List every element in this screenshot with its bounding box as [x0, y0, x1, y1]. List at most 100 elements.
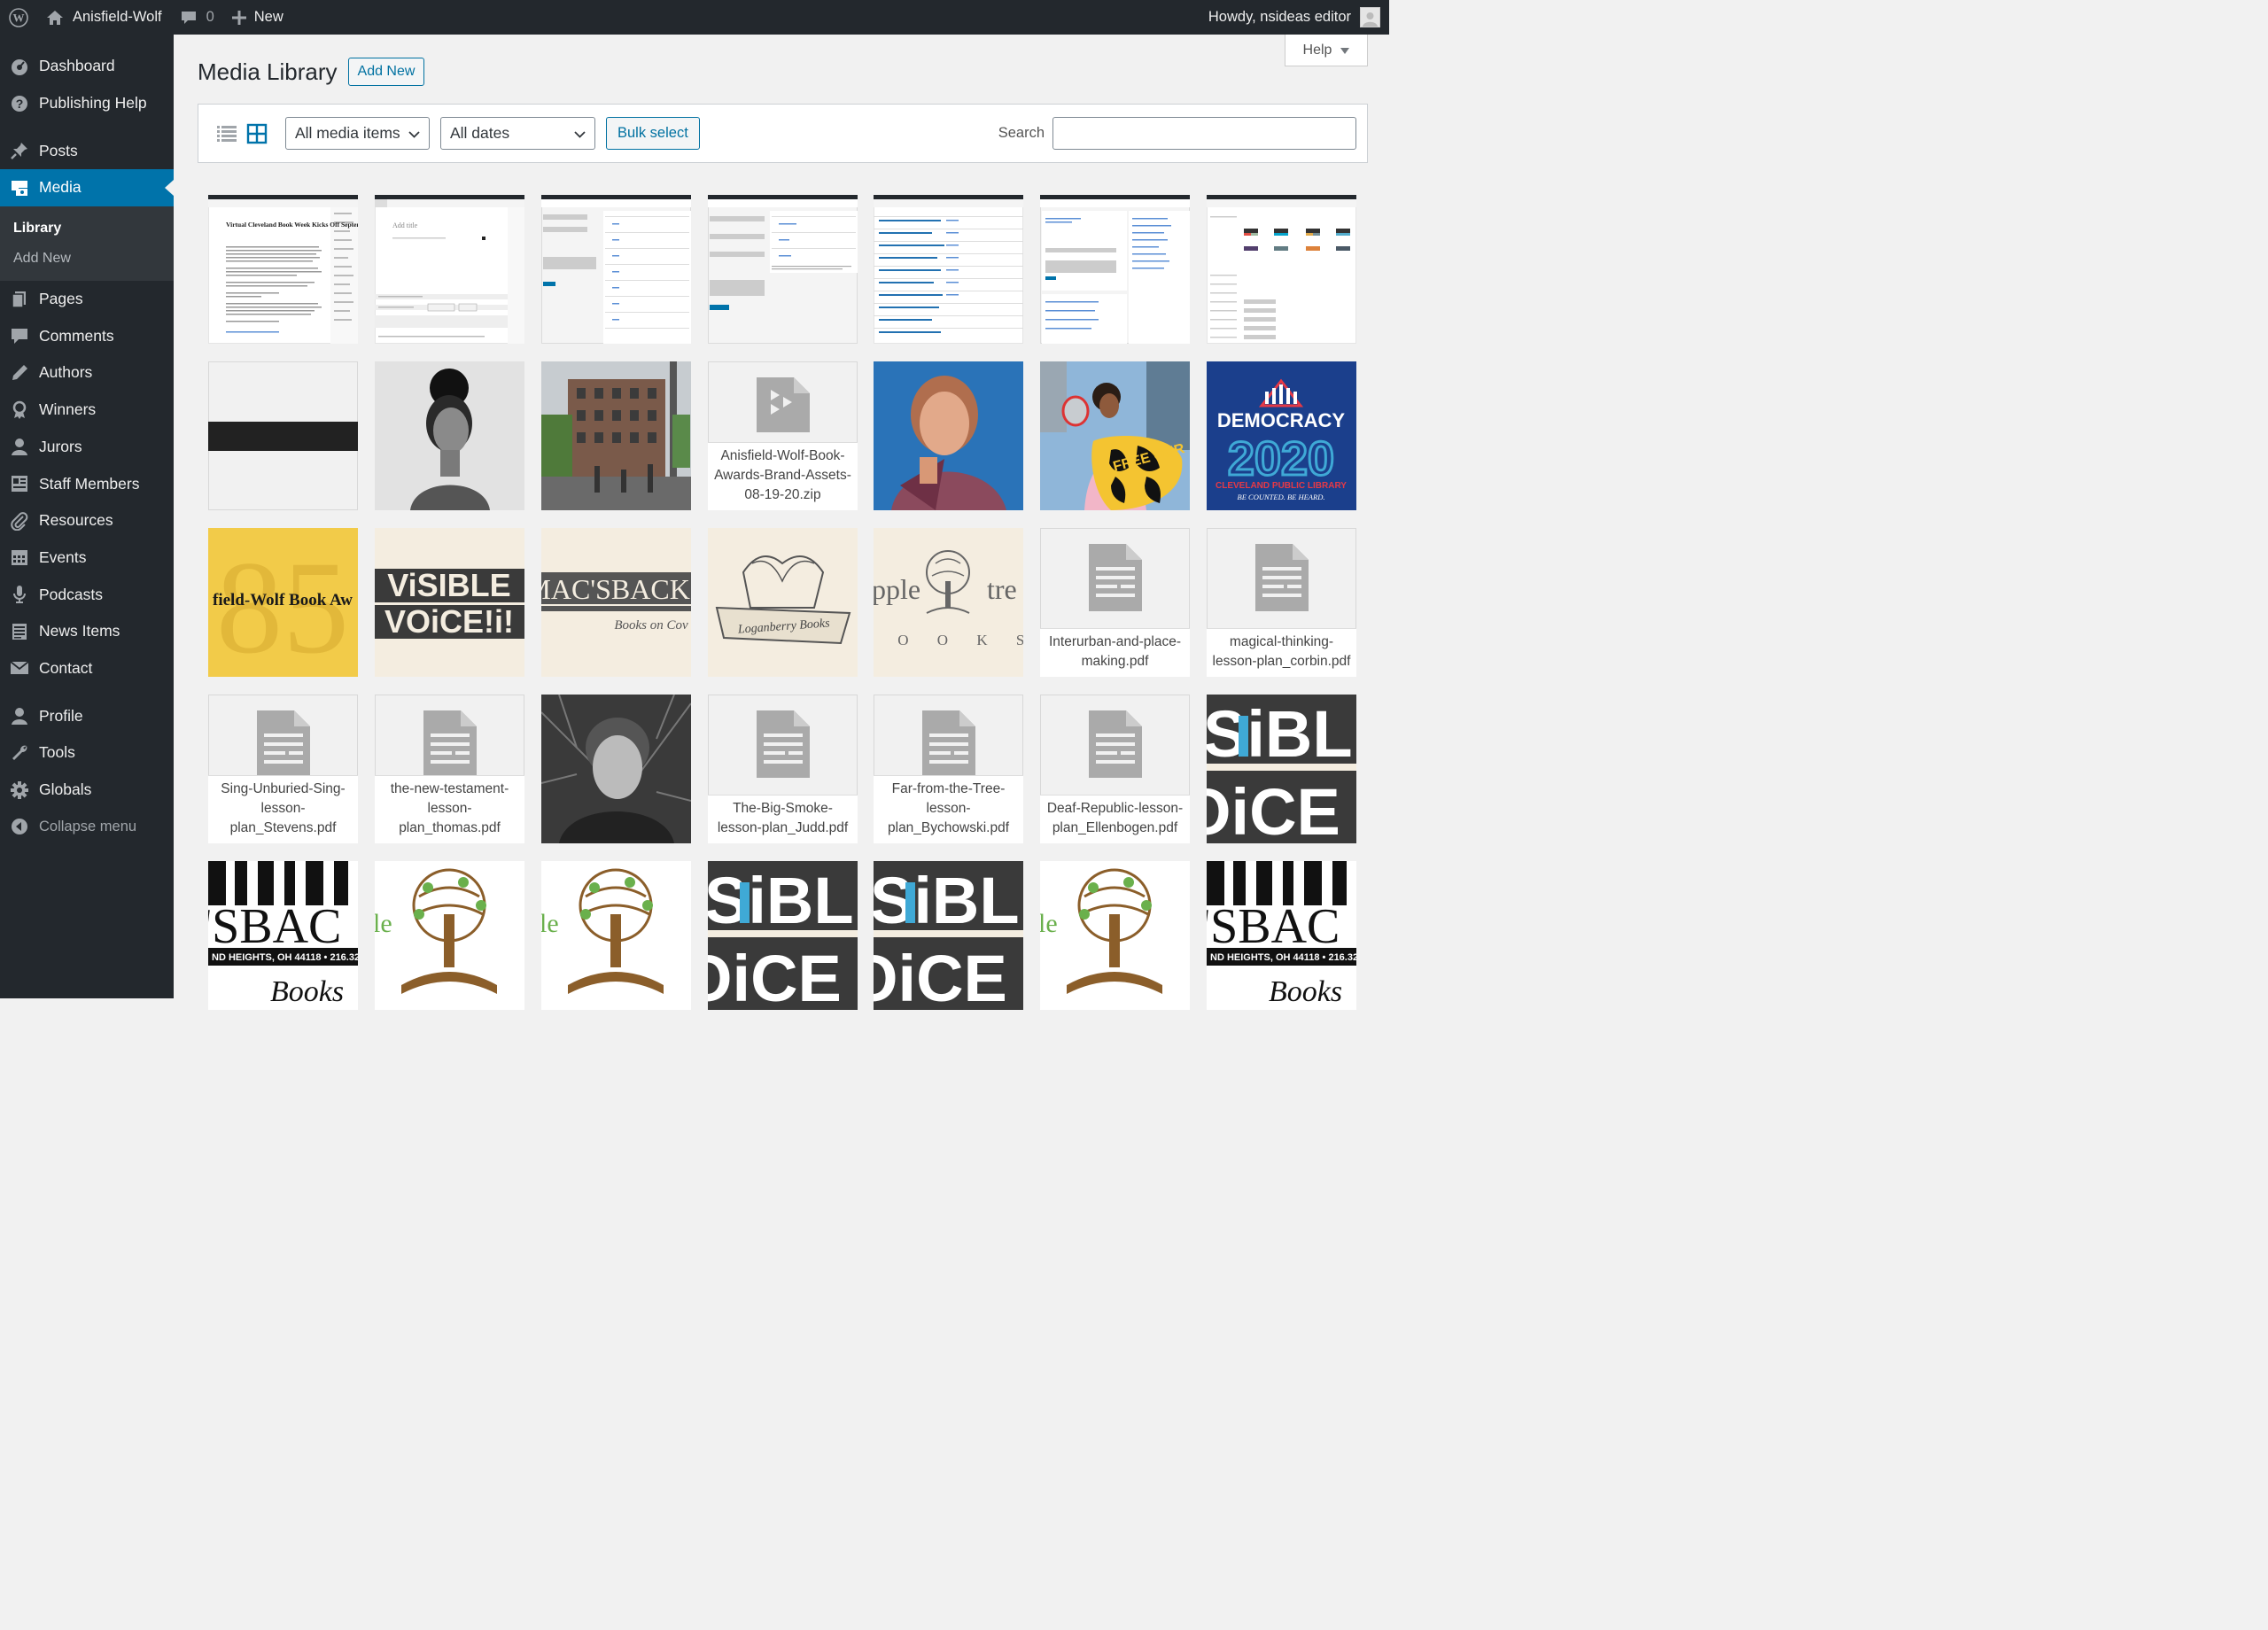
admin-sidebar: Dashboard ? Publishing Help Posts Media …: [0, 35, 174, 998]
site-name-link[interactable]: Anisfield-Wolf: [37, 0, 171, 35]
sidebar-item-globals[interactable]: Globals: [0, 772, 174, 809]
media-toolbar: All media items All dates Bulk select Se…: [198, 104, 1368, 163]
sidebar-item-staff-members[interactable]: Staff Members: [0, 465, 174, 502]
media-item-pdf[interactable]: The-Big-Smoke-lesson-plan_Judd.pdf: [708, 695, 858, 843]
media-item-logo[interactable]: MAC'SBACKS Books on Cov: [541, 528, 691, 677]
media-item-logo[interactable]: SiBL OiCE: [874, 861, 1023, 1010]
books-script-text: Books: [270, 975, 344, 1008]
media-item[interactable]: [208, 361, 358, 510]
voice-text: VOiCE!i!: [384, 603, 514, 640]
media-item[interactable]: Virtual Cleveland Book Week Kicks Off Se…: [208, 195, 358, 344]
archive-file-icon: [756, 377, 810, 437]
media-item-pdf[interactable]: Interurban-and-place-making.pdf: [1040, 528, 1190, 677]
list-view-icon[interactable]: [216, 123, 237, 144]
media-item-logo[interactable]: SiBL OiCE: [1207, 695, 1356, 843]
sidebar-item-dashboard[interactable]: Dashboard: [0, 48, 174, 85]
media-item-banner[interactable]: 85 field-Wolf Book Aw: [208, 528, 358, 677]
sidebar-item-posts[interactable]: Posts: [0, 132, 174, 169]
media-item[interactable]: [1207, 195, 1356, 344]
media-caption: The-Big-Smoke-lesson-plan_Judd.pdf: [708, 795, 858, 843]
help-tab-button[interactable]: Help: [1285, 35, 1368, 66]
media-item-protest[interactable]: FREE OUR: [1040, 361, 1190, 510]
new-content-link[interactable]: New: [223, 0, 292, 35]
sidebar-item-authors[interactable]: Authors: [0, 354, 174, 392]
sidebar-item-pages[interactable]: Pages: [0, 281, 174, 318]
submenu-library[interactable]: Library: [0, 213, 174, 244]
document-icon: [756, 710, 810, 782]
apple-text: pple: [874, 573, 920, 605]
wordpress-logo-icon[interactable]: W: [0, 0, 37, 35]
document-icon: [1254, 544, 1309, 616]
sidebar-item-resources[interactable]: Resources: [0, 502, 174, 539]
sidebar-item-winners[interactable]: Winners: [0, 392, 174, 429]
media-item[interactable]: [874, 195, 1023, 344]
media-item-portrait[interactable]: [874, 361, 1023, 510]
media-item-portrait[interactable]: [375, 361, 524, 510]
media-item-logo[interactable]: le: [375, 861, 524, 1010]
sidebar-item-profile[interactable]: Profile: [0, 697, 174, 734]
le-text: le: [375, 909, 392, 938]
media-type-filter[interactable]: All media items: [285, 117, 430, 150]
media-item-street[interactable]: [541, 361, 691, 510]
book-week-title: Virtual Cleveland Book Week Kicks Off Se…: [226, 221, 358, 229]
sidebar-item-tools[interactable]: Tools: [0, 734, 174, 772]
oice-text: OiCE: [708, 942, 842, 1010]
media-item-pdf[interactable]: Far-from-the-Tree-lesson-plan_Bychowski.…: [874, 695, 1023, 843]
media-item-pdf[interactable]: the-new-testament-lesson-plan_thomas.pdf: [375, 695, 524, 843]
sidebar-item-contact[interactable]: Contact: [0, 650, 174, 687]
title-row: Media Library Add New: [198, 58, 425, 86]
media-item-logo[interactable]: ViSIBLE VOiCE!i!: [375, 528, 524, 677]
document-icon: [1088, 544, 1142, 616]
democracy-text: DEMOCRACY: [1217, 409, 1346, 431]
media-item-pdf[interactable]: Deaf-Republic-lesson-plan_Ellenbogen.pdf: [1040, 695, 1190, 843]
media-item-pdf[interactable]: Sing-Unburied-Sing-lesson-plan_Stevens.p…: [208, 695, 358, 843]
date-filter[interactable]: All dates: [440, 117, 595, 150]
grid-view-icon[interactable]: [246, 123, 268, 144]
sidebar-item-podcasts[interactable]: Podcasts: [0, 576, 174, 613]
media-item-logo[interactable]: Loganberry Books: [708, 528, 858, 677]
id-card-icon: [9, 473, 30, 494]
media-item[interactable]: [1040, 195, 1190, 344]
admin-bar: W Anisfield-Wolf 0 New Howdy, nsideas ed…: [0, 0, 1389, 35]
media-item-logo[interactable]: 'SBAC ND HEIGHTS, OH 44118 • 216.321 Boo…: [208, 861, 358, 1010]
media-item-logo[interactable]: 'SBAC ND HEIGHTS, OH 44118 • 216.321 Boo…: [1207, 861, 1356, 1010]
sidebar-item-publishing-help[interactable]: ? Publishing Help: [0, 85, 174, 122]
account-menu[interactable]: Howdy, nsideas editor: [1208, 0, 1380, 35]
collapse-menu-button[interactable]: Collapse menu: [0, 808, 174, 845]
sidebar-item-news-items[interactable]: News Items: [0, 613, 174, 650]
add-new-button[interactable]: Add New: [347, 58, 425, 86]
media-item-portrait[interactable]: [541, 695, 691, 843]
bulk-select-button[interactable]: Bulk select: [606, 117, 700, 150]
paperclip-icon: [9, 510, 30, 532]
howdy-text: Howdy, nsideas editor: [1208, 9, 1351, 25]
media-item-logo[interactable]: le: [541, 861, 691, 1010]
search-input[interactable]: [1052, 117, 1356, 150]
media-caption: Sing-Unburied-Sing-lesson-plan_Stevens.p…: [208, 775, 358, 843]
media-item[interactable]: [541, 195, 691, 344]
caret-down-icon: [1340, 43, 1350, 58]
media-caption: Deaf-Republic-lesson-plan_Ellenbogen.pdf: [1040, 795, 1190, 843]
macs-backs-text: MAC'SBACKS: [541, 573, 691, 605]
media-item[interactable]: Add title: [375, 195, 524, 344]
sidebar-item-jurors[interactable]: Jurors: [0, 429, 174, 466]
sbac-text: 'SBAC: [1207, 899, 1340, 954]
media-item-democracy[interactable]: DEMOCRACY 2020 CLEVELAND PUBLIC LIBRARY …: [1207, 361, 1356, 510]
submenu-add-new[interactable]: Add New: [0, 244, 174, 274]
sibl-text: SiBL: [874, 864, 1020, 937]
media-caption: the-new-testament-lesson-plan_thomas.pdf: [375, 775, 524, 843]
comments-link[interactable]: 0: [171, 0, 223, 35]
sidebar-item-media[interactable]: Media: [0, 169, 174, 206]
oice-text: OiCE: [1207, 775, 1340, 843]
media-item-logo[interactable]: pple tre B O O K S: [874, 528, 1023, 677]
sidebar-item-events[interactable]: Events: [0, 539, 174, 577]
main-content: Help Media Library Add New All media ite…: [174, 35, 1389, 1010]
media-item-zip[interactable]: Anisfield-Wolf-Book-Awards-Brand-Assets-…: [708, 361, 858, 510]
media-item-logo[interactable]: le: [1040, 861, 1190, 1010]
search-label: Search: [998, 125, 1045, 141]
media-item-pdf[interactable]: magical-thinking-lesson-plan_corbin.pdf: [1207, 528, 1356, 677]
media-item-logo[interactable]: SiBL OiCE: [708, 861, 858, 1010]
sidebar-item-comments[interactable]: Comments: [0, 317, 174, 354]
tree-text: tre: [987, 573, 1017, 605]
media-item[interactable]: [708, 195, 858, 344]
new-label: New: [253, 9, 284, 25]
